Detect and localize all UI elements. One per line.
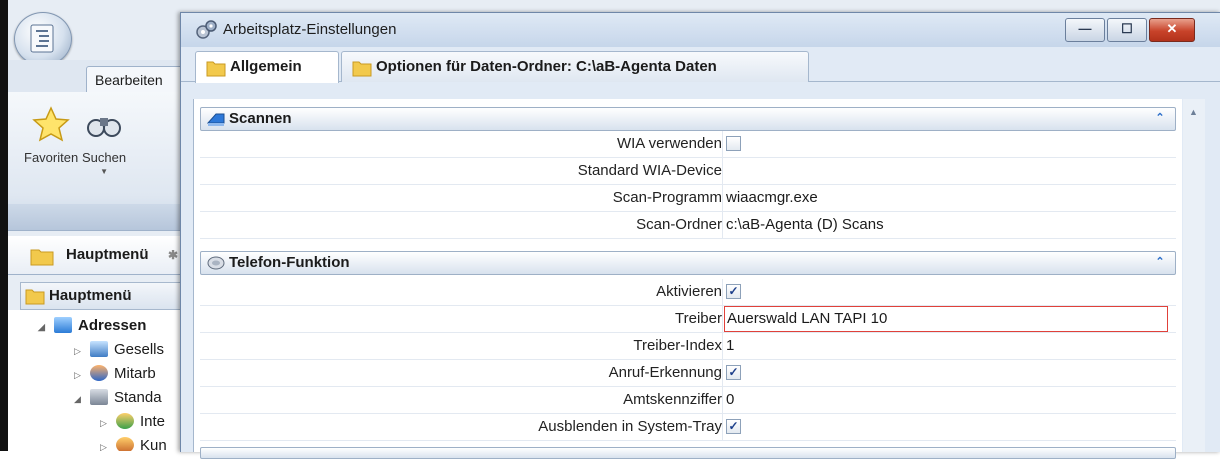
section-scannen-rows: WIA verwenden Standard WIA-Device Scan-P…	[200, 131, 1176, 239]
tab-allgemein-label: Allgemein	[230, 58, 302, 75]
binoculars-icon	[87, 118, 122, 137]
expand-arrow-icon[interactable]: ▷	[74, 340, 90, 362]
collapse-chevron-icon[interactable]: ⌃	[1153, 255, 1167, 269]
collapse-arrow-icon[interactable]: ◢	[38, 316, 54, 338]
minimize-button[interactable]: —	[1065, 18, 1105, 42]
property-label: Treiber-Index	[200, 333, 723, 359]
property-row-anruf-erkennung: Anruf-Erkennung ✓	[200, 360, 1176, 387]
expand-arrow-icon[interactable]: ▷	[100, 436, 116, 451]
tree-item-kunden[interactable]: ▷ Kun	[100, 435, 167, 451]
star-icon	[32, 106, 70, 142]
search-label: Suchen	[82, 150, 127, 165]
folder-icon	[352, 61, 372, 77]
document-tree-icon	[30, 24, 54, 53]
scan-ordner-field[interactable]: c:\aB-Agenta (D) Scans	[726, 212, 1170, 238]
tree-item-interessenten[interactable]: ▷ Inte	[100, 411, 165, 433]
tab-strip: Allgemein Optionen für Daten-Ordner: C:\…	[181, 47, 1220, 83]
dialog-titlebar[interactable]: Arbeitsplatz-Einstellungen — ☐ ✕	[181, 13, 1220, 47]
ribbon-group-footer	[8, 204, 180, 230]
building-icon	[90, 341, 108, 357]
tab-allgemein[interactable]: Allgemein	[195, 51, 339, 83]
folder-icon	[206, 61, 226, 77]
property-row-amtskennziffer: Amtskennziffer 0	[200, 387, 1176, 414]
property-label: Standard WIA-Device	[200, 158, 723, 184]
pin-icon[interactable]: ✱	[168, 236, 178, 274]
favorites-button[interactable]: Favoriten	[24, 106, 78, 165]
folder-icon	[30, 249, 54, 266]
tree-item-gesellschaften[interactable]: ▷ Gesells	[74, 339, 164, 361]
group-icon	[116, 413, 134, 429]
property-row-treiber: Treiber Auerswald LAN TAPI 10	[200, 306, 1176, 333]
property-label: WIA verwenden	[200, 131, 723, 157]
collapse-arrow-icon[interactable]: ◢	[74, 388, 90, 410]
application-menu-button[interactable]	[14, 12, 72, 66]
tree-item-standard[interactable]: ◢ Standa	[74, 387, 162, 409]
ribbon-panel: Favoriten Suchen ▼	[8, 92, 180, 231]
section-title-scannen: Scannen	[229, 110, 292, 127]
expand-arrow-icon[interactable]: ▷	[100, 412, 116, 434]
tree-item-mitarbeiter[interactable]: ▷ Mitarb	[74, 363, 156, 385]
folder-icon	[25, 289, 45, 305]
tree-item-adressen[interactable]: ◢ Adressen	[38, 315, 146, 337]
property-row-treiber-index: Treiber-Index 1	[200, 333, 1176, 360]
maximize-button[interactable]: ☐	[1107, 18, 1147, 42]
navigation-subheader-title: Hauptmenü	[49, 287, 132, 304]
window-border	[0, 0, 8, 451]
section-header-telefon-funktion[interactable]: Telefon-Funktion ⌃	[200, 251, 1176, 275]
navigation-tree: ◢ Adressen ▷ Gesells ▷ Mitarb ◢ Standa ▷ Inte…	[8, 310, 180, 451]
property-row-wia-verwenden: WIA verwenden	[200, 131, 1176, 158]
section-title-telefon-funktion: Telefon-Funktion	[229, 254, 350, 271]
wia-verwenden-checkbox[interactable]	[726, 136, 741, 151]
database-icon	[54, 317, 72, 333]
amtskennziffer-field[interactable]: 0	[726, 387, 1170, 413]
property-row-scan-programm: Scan-Programm wiaacmgr.exe	[200, 185, 1176, 212]
scan-programm-field[interactable]: wiaacmgr.exe	[726, 185, 1170, 211]
standard-wia-device-field[interactable]	[726, 158, 1170, 184]
property-label: Scan-Ordner	[200, 212, 723, 238]
property-label: Anruf-Erkennung	[200, 360, 723, 386]
collapse-chevron-icon[interactable]: ⌃	[1153, 111, 1167, 125]
system-tray-checkbox[interactable]: ✓	[726, 419, 741, 434]
property-label: Scan-Programm	[200, 185, 723, 211]
aktivieren-checkbox[interactable]: ✓	[726, 284, 741, 299]
section-telefon-rows: Aktivieren ✓ Treiber Auerswald LAN TAPI …	[200, 279, 1176, 441]
favorites-label: Favoriten	[24, 150, 79, 165]
ribbon-tabbar: Bearbeiten	[8, 60, 214, 93]
property-label: Amtskennziffer	[200, 387, 723, 413]
treiber-index-field[interactable]: 1	[726, 333, 1170, 359]
person-icon	[116, 437, 134, 451]
dialog-title: Arbeitsplatz-Einstellungen	[223, 21, 397, 38]
scroll-up-arrow-icon[interactable]: ▲	[1189, 107, 1198, 117]
search-button[interactable]: Suchen ▼	[82, 106, 126, 176]
property-row-standard-wia-device: Standard WIA-Device	[200, 158, 1176, 185]
settings-gear-icon	[196, 20, 217, 39]
navigation-header: Hauptmenü ✱	[8, 236, 180, 275]
treiber-field[interactable]: Auerswald LAN TAPI 10	[724, 306, 1168, 332]
close-button[interactable]: ✕	[1149, 18, 1195, 42]
expand-arrow-icon[interactable]: ▷	[74, 364, 90, 386]
anruf-erkennung-checkbox[interactable]: ✓	[726, 365, 741, 380]
navigation-header-title: Hauptmenü	[66, 246, 149, 263]
property-label: Treiber	[200, 306, 723, 332]
tab-optionen-daten-ordner[interactable]: Optionen für Daten-Ordner: C:\aB-Agenta …	[341, 51, 809, 82]
settings-dialog: Arbeitsplatz-Einstellungen — ☐ ✕ Allgeme…	[180, 12, 1220, 459]
vertical-scrollbar[interactable]: ▲	[1183, 99, 1205, 452]
section-header-scannen[interactable]: Scannen ⌃	[200, 107, 1176, 131]
phone-icon	[207, 256, 225, 270]
tab-optionen-label: Optionen für Daten-Ordner: C:\aB-Agenta …	[376, 58, 717, 75]
navigation-subheader[interactable]: Hauptmenü	[20, 282, 182, 310]
person-icon	[90, 365, 108, 381]
property-label: Ausblenden in System-Tray	[200, 414, 723, 440]
scanner-icon	[207, 113, 225, 126]
property-label: Aktivieren	[200, 279, 723, 305]
property-row-aktivieren: Aktivieren ✓	[200, 279, 1176, 306]
property-row-system-tray: Ausblenden in System-Tray ✓	[200, 414, 1176, 441]
property-grid: Scannen ⌃ WIA verwenden Standard WIA-Dev…	[193, 99, 1182, 459]
section-header-next[interactable]	[200, 447, 1176, 459]
dropdown-arrow-icon: ▼	[100, 167, 108, 176]
address-book-icon	[90, 389, 108, 405]
property-row-scan-ordner: Scan-Ordner c:\aB-Agenta (D) Scans	[200, 212, 1176, 239]
